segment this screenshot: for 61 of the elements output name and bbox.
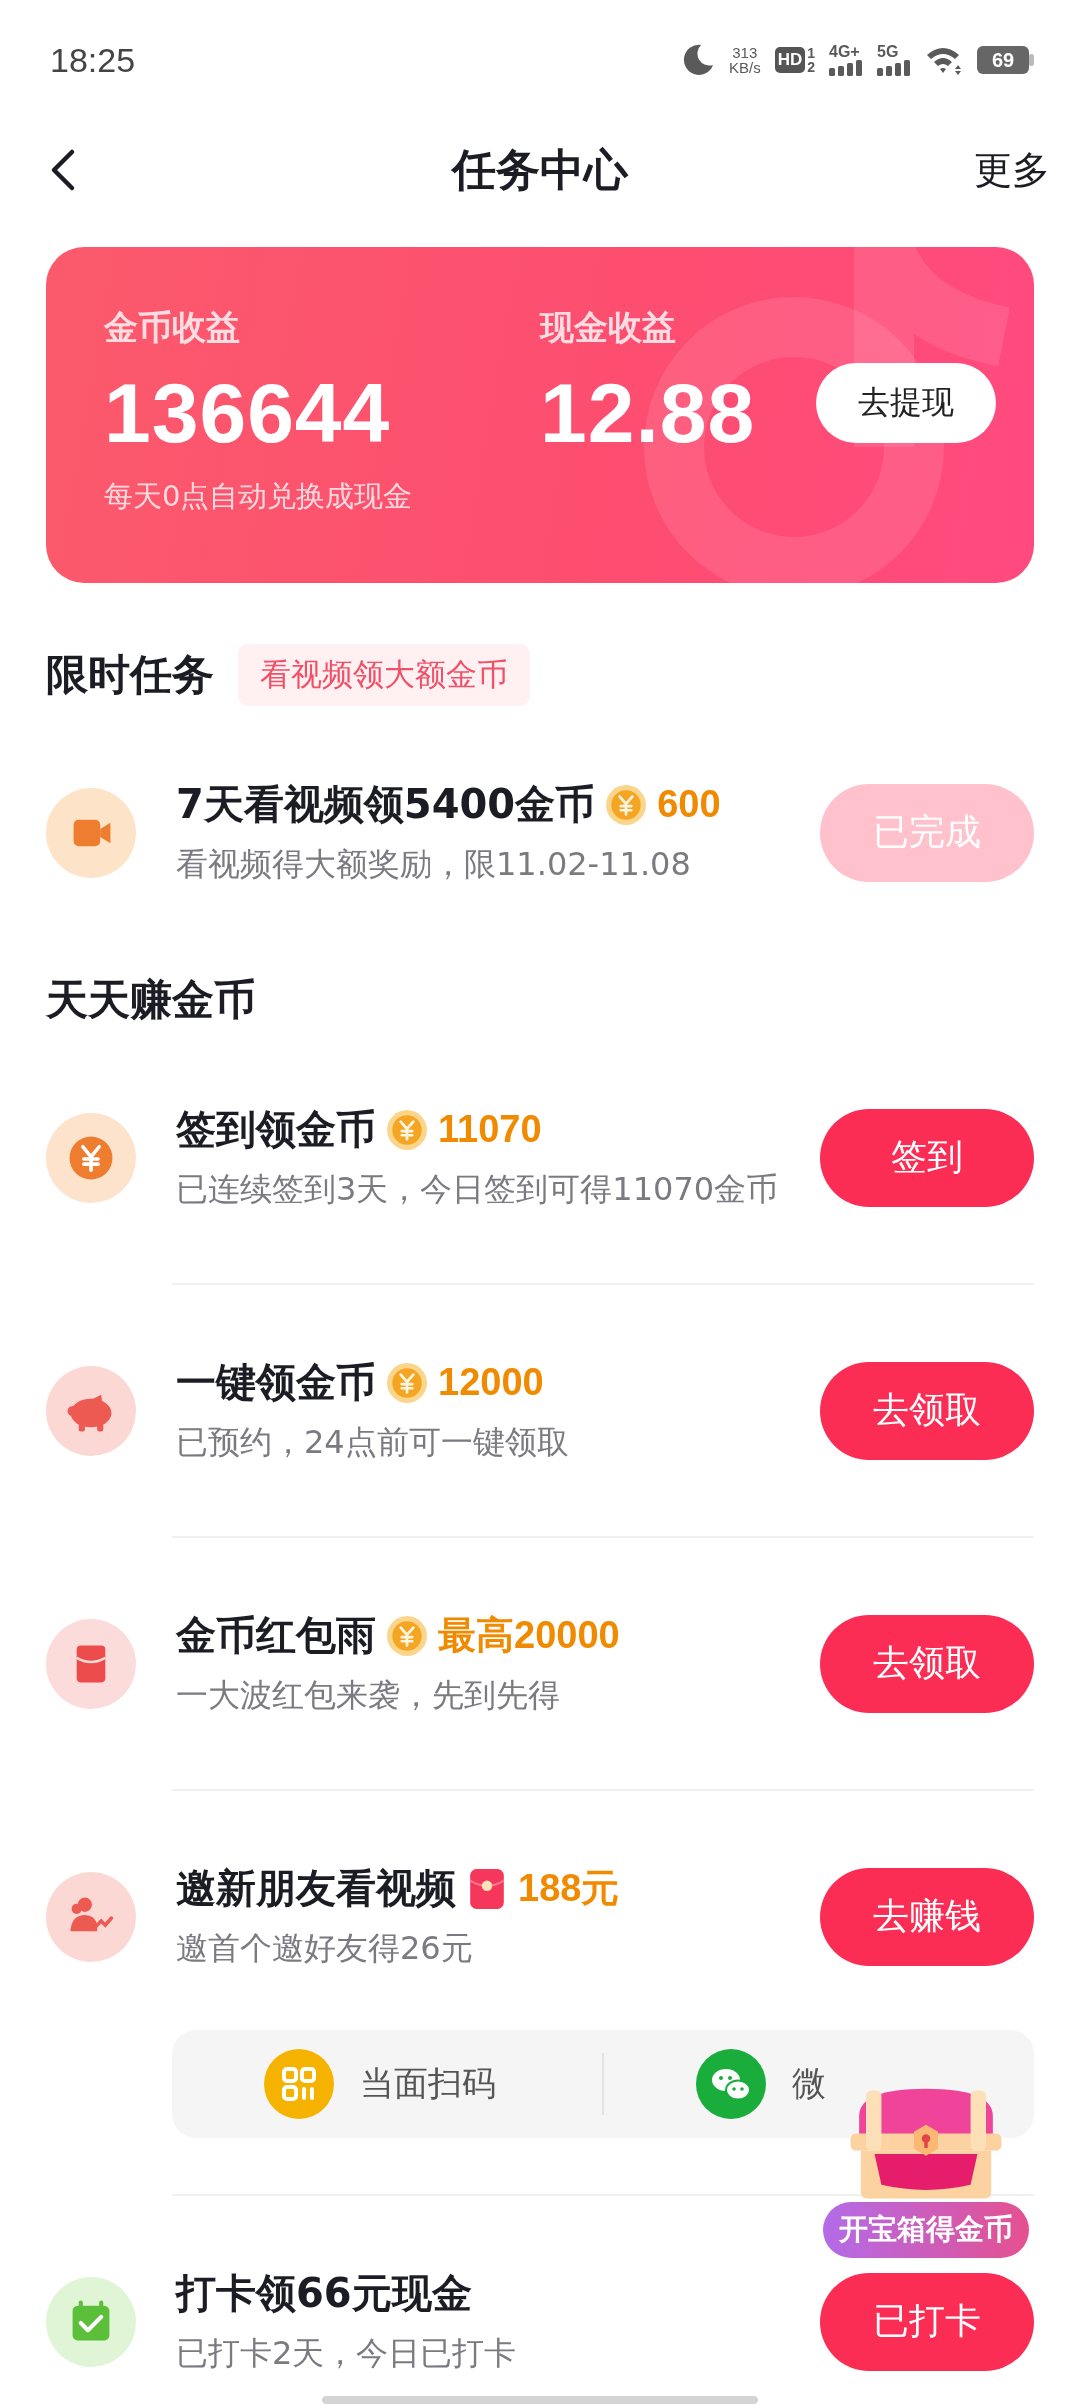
promo-tag: 看视频领大额金币 <box>238 644 530 706</box>
task-title: 一键领金币 <box>176 1358 376 1407</box>
task-title: 打卡领66元现金 <box>176 2269 472 2318</box>
reward-amount: 12000 <box>438 1361 544 1404</box>
more-button[interactable]: 更多 <box>974 144 1050 196</box>
yen-coin-icon <box>386 1361 428 1404</box>
envelope-icon <box>46 1618 136 1709</box>
video-icon <box>46 787 136 878</box>
network-type: 5G <box>877 44 899 60</box>
piggy-icon <box>46 1365 136 1456</box>
task-description: 已连续签到3天，今日签到可得11070金币 <box>176 1169 780 1210</box>
task-description: 一大波红包来袭，先到先得 <box>176 1675 561 1716</box>
task-title: 7天看视频领5400金币 <box>176 780 596 829</box>
task-button[interactable]: 去领取 <box>820 1361 1034 1460</box>
share-option[interactable]: 当面扫码 <box>360 2061 496 2107</box>
task-button[interactable]: 签到 <box>820 1108 1034 1207</box>
share-option[interactable]: 微 <box>792 2061 826 2107</box>
task-description: 已打卡2天，今日已打卡 <box>176 2333 518 2374</box>
wifi-icon <box>925 45 963 75</box>
sim-number: 2 <box>807 60 815 74</box>
signal-icon <box>829 60 863 76</box>
reward-amount: 188元 <box>518 1866 620 1911</box>
coins-amount: 136644 <box>104 371 392 455</box>
reward-amount: 最高20000 <box>438 1613 620 1658</box>
network-type: 4G+ <box>829 44 860 60</box>
section-title: 限时任务 <box>46 649 214 701</box>
speed-unit: KB/s <box>728 60 761 75</box>
withdraw-button[interactable]: 去提现 <box>816 363 996 443</box>
people-icon <box>46 1871 136 1962</box>
signal-icon <box>877 60 911 76</box>
task-title: 签到领金币 <box>176 1105 376 1154</box>
task-button[interactable]: 去领取 <box>820 1614 1034 1713</box>
page-title: 任务中心 <box>452 142 628 197</box>
reward-amount: 11070 <box>438 1108 542 1151</box>
yen-coin-icon <box>605 783 648 826</box>
task-description: 邀首个邀好友得26元 <box>176 1928 474 1969</box>
exchange-note: 每天0点自动兑换成现金 <box>104 478 414 515</box>
status-time: 18:25 <box>50 40 136 80</box>
task-title: 邀新朋友看视频 <box>176 1864 456 1913</box>
chest-label[interactable]: 开宝箱得金币 <box>823 2202 1029 2258</box>
task-button[interactable]: 已打卡 <box>820 2272 1034 2371</box>
yen-coin-icon <box>386 1108 428 1151</box>
network-speed: 313 <box>732 45 758 60</box>
battery-tip-icon <box>1029 54 1034 66</box>
task-description: 已预约，24点前可一键领取 <box>176 1422 570 1463</box>
coins-label: 金币收益 <box>104 306 241 349</box>
hd-badge: HD <box>774 47 806 73</box>
cash-amount: 12.88 <box>540 371 756 455</box>
chat-bubbles-icon <box>696 2049 766 2119</box>
yen-coin-icon <box>386 1614 428 1657</box>
calendar-icon <box>46 2276 136 2367</box>
task-button[interactable]: 去赚钱 <box>820 1867 1034 1966</box>
task-title: 金币红包雨 <box>176 1611 376 1660</box>
reward-amount: 600 <box>657 783 721 826</box>
qr-code-icon <box>264 2049 334 2119</box>
section-title: 天天赚金币 <box>46 974 256 1026</box>
yen-icon <box>46 1112 136 1203</box>
cash-label: 现金收益 <box>540 306 677 349</box>
task-description: 看视频得大额奖励，限11.02-11.08 <box>176 844 692 885</box>
sim-number: 1 <box>807 46 815 60</box>
battery-level: 69 <box>977 46 1029 74</box>
